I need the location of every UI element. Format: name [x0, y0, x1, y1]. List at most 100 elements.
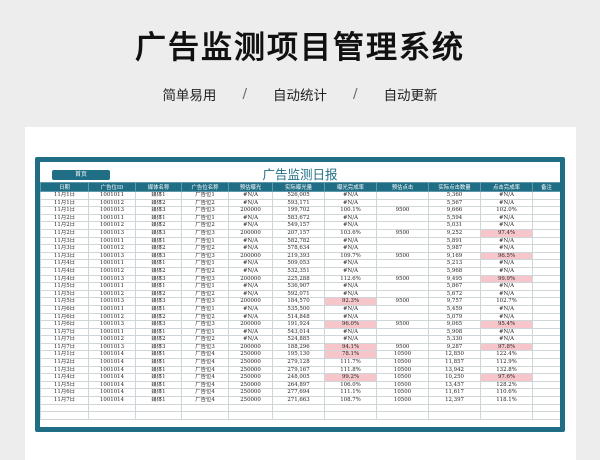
- table-cell[interactable]: 109.7%: [324, 251, 377, 261]
- table-cell[interactable]: 5,079: [428, 312, 481, 322]
- table-cell[interactable]: 媒体3: [135, 342, 182, 352]
- table-cell[interactable]: 112.6%: [324, 274, 377, 284]
- table-cell[interactable]: [181, 403, 229, 413]
- table-cell[interactable]: 526,005: [272, 191, 325, 200]
- table-cell[interactable]: [532, 396, 560, 405]
- table-cell[interactable]: #N/A: [228, 191, 273, 200]
- table-cell[interactable]: 97.8%: [480, 342, 533, 352]
- table-cell[interactable]: #N/A: [324, 236, 377, 246]
- table-cell[interactable]: [532, 403, 560, 413]
- table-cell[interactable]: 9500: [376, 251, 429, 261]
- table-cell[interactable]: [532, 259, 560, 268]
- table-cell[interactable]: [532, 380, 560, 390]
- table-cell[interactable]: [376, 289, 429, 299]
- table-cell[interactable]: 5,968: [428, 266, 481, 276]
- table-cell[interactable]: [532, 365, 560, 375]
- table-cell[interactable]: 9,252: [428, 228, 481, 238]
- table-cell[interactable]: [532, 335, 560, 344]
- table-cell[interactable]: 11月4日: [40, 373, 89, 382]
- table-cell[interactable]: #N/A: [324, 335, 377, 344]
- table-cell[interactable]: 277,694: [272, 388, 325, 398]
- table-cell[interactable]: 279,128: [272, 358, 325, 367]
- table-cell[interactable]: 广告位3: [181, 297, 229, 306]
- table-cell[interactable]: [272, 411, 325, 420]
- table-cell[interactable]: 11月1日: [40, 206, 89, 215]
- table-cell[interactable]: 广告位2: [181, 221, 229, 230]
- table-cell[interactable]: #N/A: [324, 282, 377, 291]
- table-cell[interactable]: 1001014: [88, 388, 136, 398]
- table-cell[interactable]: 11月6日: [40, 320, 89, 329]
- table-cell[interactable]: [480, 403, 533, 413]
- table-cell[interactable]: 514,848: [272, 312, 325, 322]
- table-cell[interactable]: [532, 213, 560, 223]
- table-cell[interactable]: 524,885: [272, 335, 325, 344]
- table-cell[interactable]: [135, 411, 182, 420]
- table-cell[interactable]: 250000: [228, 365, 273, 375]
- table-cell[interactable]: [228, 411, 273, 420]
- table-cell[interactable]: 媒体2: [135, 266, 182, 276]
- table-cell[interactable]: [532, 289, 560, 299]
- table-cell[interactable]: #N/A: [228, 213, 273, 223]
- table-cell[interactable]: [532, 244, 560, 253]
- table-cell[interactable]: 578,634: [272, 244, 325, 253]
- table-cell[interactable]: #N/A: [480, 213, 533, 223]
- table-cell[interactable]: 广告位4: [181, 380, 229, 390]
- table-cell[interactable]: [376, 236, 429, 246]
- table-cell[interactable]: 1001011: [88, 282, 136, 291]
- table-cell[interactable]: [376, 191, 429, 200]
- table-cell[interactable]: [532, 304, 560, 314]
- table-cell[interactable]: #N/A: [480, 259, 533, 268]
- table-cell[interactable]: [532, 373, 560, 382]
- table-cell[interactable]: [376, 304, 429, 314]
- table-cell[interactable]: [376, 221, 429, 230]
- table-cell[interactable]: 媒体3: [135, 228, 182, 238]
- table-cell[interactable]: 1001011: [88, 304, 136, 314]
- table-cell[interactable]: #N/A: [480, 236, 533, 246]
- table-cell[interactable]: 媒体1: [135, 282, 182, 291]
- table-cell[interactable]: 媒体1: [135, 191, 182, 200]
- table-cell[interactable]: [532, 206, 560, 215]
- table-cell[interactable]: 媒体2: [135, 335, 182, 344]
- table-cell[interactable]: #N/A: [228, 282, 273, 291]
- home-button[interactable]: 首页: [52, 170, 110, 180]
- table-cell[interactable]: 200000: [228, 251, 273, 261]
- table-cell[interactable]: 广告位3: [181, 342, 229, 352]
- table-cell[interactable]: 广告位1: [181, 236, 229, 246]
- table-cell[interactable]: [376, 259, 429, 268]
- table-cell[interactable]: [428, 411, 481, 420]
- table-cell[interactable]: 250000: [228, 380, 273, 390]
- table-cell[interactable]: 1001014: [88, 358, 136, 367]
- table-cell[interactable]: #N/A: [480, 282, 533, 291]
- table-cell[interactable]: 111.7%: [324, 358, 377, 367]
- table-cell[interactable]: 549,157: [272, 221, 325, 230]
- table-cell[interactable]: 78.1%: [324, 350, 377, 360]
- table-cell[interactable]: [532, 312, 560, 322]
- table-cell[interactable]: 广告位4: [181, 365, 229, 375]
- table-cell[interactable]: 92.3%: [324, 297, 377, 306]
- table-cell[interactable]: 9500: [376, 297, 429, 306]
- table-cell[interactable]: 5,459: [428, 304, 481, 314]
- table-cell[interactable]: 102.7%: [480, 297, 533, 306]
- table-cell[interactable]: 11月1日: [40, 198, 89, 208]
- table-cell[interactable]: 200000: [228, 228, 273, 238]
- table-cell[interactable]: 5,594: [428, 213, 481, 223]
- table-cell[interactable]: 12,850: [428, 350, 481, 360]
- table-cell[interactable]: [88, 403, 136, 413]
- table-cell[interactable]: 582,782: [272, 236, 325, 246]
- table-cell[interactable]: 11月4日: [40, 266, 89, 276]
- table-cell[interactable]: 111.1%: [324, 388, 377, 398]
- table-cell[interactable]: #N/A: [324, 259, 377, 268]
- table-cell[interactable]: 广告位2: [181, 266, 229, 276]
- table-cell[interactable]: #N/A: [480, 191, 533, 200]
- table-cell[interactable]: 9500: [376, 206, 429, 215]
- table-cell[interactable]: #N/A: [324, 191, 377, 200]
- table-cell[interactable]: #N/A: [228, 304, 273, 314]
- table-cell[interactable]: 11月2日: [40, 228, 89, 238]
- table-cell[interactable]: 广告位4: [181, 396, 229, 405]
- table-cell[interactable]: 207,157: [272, 228, 325, 238]
- table-cell[interactable]: 11月3日: [40, 251, 89, 261]
- table-cell[interactable]: 106.0%: [324, 380, 377, 390]
- table-cell[interactable]: 279,167: [272, 365, 325, 375]
- table-cell[interactable]: 593,171: [272, 198, 325, 208]
- table-cell[interactable]: 10500: [376, 358, 429, 367]
